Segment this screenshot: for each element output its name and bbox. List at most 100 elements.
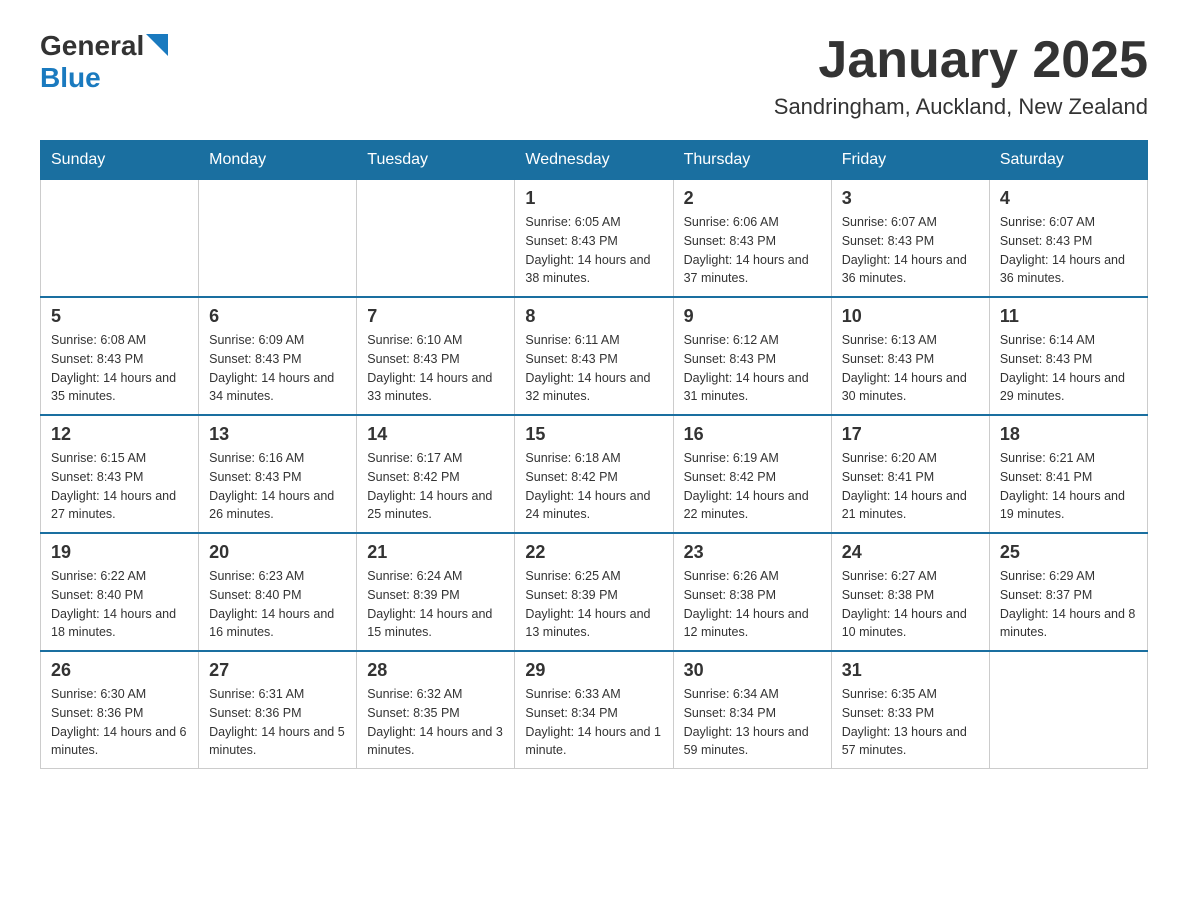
- day-number: 25: [1000, 542, 1137, 563]
- calendar-week-row: 1 Sunrise: 6:05 AMSunset: 8:43 PMDaylight…: [41, 180, 1148, 298]
- page-subtitle: Sandringham, Auckland, New Zealand: [774, 94, 1148, 120]
- day-number: 26: [51, 660, 188, 681]
- day-number: 2: [684, 188, 821, 209]
- day-info: Sunrise: 6:07 AMSunset: 8:43 PMDaylight:…: [842, 213, 979, 288]
- day-number: 9: [684, 306, 821, 327]
- day-number: 5: [51, 306, 188, 327]
- day-number: 28: [367, 660, 504, 681]
- day-info: Sunrise: 6:22 AMSunset: 8:40 PMDaylight:…: [51, 567, 188, 642]
- calendar-cell: [199, 180, 357, 298]
- calendar-cell: 1 Sunrise: 6:05 AMSunset: 8:43 PMDaylight…: [515, 180, 673, 298]
- calendar-cell: 28Sunrise: 6:32 AMSunset: 8:35 PMDayligh…: [357, 651, 515, 769]
- day-info: Sunrise: 6:23 AMSunset: 8:40 PMDaylight:…: [209, 567, 346, 642]
- calendar-header-row: SundayMondayTuesdayWednesdayThursdayFrid…: [41, 141, 1148, 180]
- calendar-cell: 15Sunrise: 6:18 AMSunset: 8:42 PMDayligh…: [515, 415, 673, 533]
- day-number: 27: [209, 660, 346, 681]
- calendar-cell: 14 Sunrise: 6:17 AMSunset: 8:42 PMDayligh…: [357, 415, 515, 533]
- page-title: January 2025: [774, 30, 1148, 90]
- day-info: Sunrise: 6:06 AMSunset: 8:43 PMDaylight:…: [684, 213, 821, 288]
- day-number: 31: [842, 660, 979, 681]
- day-info: Sunrise: 6:11 AMSunset: 8:43 PMDaylight:…: [525, 331, 662, 406]
- day-number: 11: [1000, 306, 1137, 327]
- calendar-week-row: 12 Sunrise: 6:15 AMSunset: 8:43 PMDayligh…: [41, 415, 1148, 533]
- calendar-week-row: 19 Sunrise: 6:22 AMSunset: 8:40 PMDayligh…: [41, 533, 1148, 651]
- day-number: 29: [525, 660, 662, 681]
- calendar-cell: 2 Sunrise: 6:06 AMSunset: 8:43 PMDaylight…: [673, 180, 831, 298]
- calendar-cell: 27Sunrise: 6:31 AMSunset: 8:36 PMDayligh…: [199, 651, 357, 769]
- calendar-week-row: 5 Sunrise: 6:08 AMSunset: 8:43 PMDaylight…: [41, 297, 1148, 415]
- day-info: Sunrise: 6:33 AMSunset: 8:34 PMDaylight:…: [525, 685, 662, 760]
- calendar-cell: 12 Sunrise: 6:15 AMSunset: 8:43 PMDayligh…: [41, 415, 199, 533]
- calendar-cell: 20 Sunrise: 6:23 AMSunset: 8:40 PMDayligh…: [199, 533, 357, 651]
- calendar-cell: 30Sunrise: 6:34 AMSunset: 8:34 PMDayligh…: [673, 651, 831, 769]
- calendar-cell: 11 Sunrise: 6:14 AMSunset: 8:43 PMDayligh…: [989, 297, 1147, 415]
- calendar-cell: 23 Sunrise: 6:26 AMSunset: 8:38 PMDayligh…: [673, 533, 831, 651]
- day-info: Sunrise: 6:12 AMSunset: 8:43 PMDaylight:…: [684, 331, 821, 406]
- day-info: Sunrise: 6:08 AMSunset: 8:43 PMDaylight:…: [51, 331, 188, 406]
- day-header-wednesday: Wednesday: [515, 141, 673, 180]
- calendar-cell: 9 Sunrise: 6:12 AMSunset: 8:43 PMDaylight…: [673, 297, 831, 415]
- calendar-cell: 7 Sunrise: 6:10 AMSunset: 8:43 PMDaylight…: [357, 297, 515, 415]
- day-info: Sunrise: 6:29 AMSunset: 8:37 PMDaylight:…: [1000, 567, 1137, 642]
- calendar-cell: 4 Sunrise: 6:07 AMSunset: 8:43 PMDaylight…: [989, 180, 1147, 298]
- calendar-cell: 8 Sunrise: 6:11 AMSunset: 8:43 PMDaylight…: [515, 297, 673, 415]
- day-info: Sunrise: 6:17 AMSunset: 8:42 PMDaylight:…: [367, 449, 504, 524]
- day-number: 14: [367, 424, 504, 445]
- day-info: Sunrise: 6:09 AMSunset: 8:43 PMDaylight:…: [209, 331, 346, 406]
- calendar-week-row: 26Sunrise: 6:30 AMSunset: 8:36 PMDayligh…: [41, 651, 1148, 769]
- day-number: 7: [367, 306, 504, 327]
- calendar-cell: 5 Sunrise: 6:08 AMSunset: 8:43 PMDaylight…: [41, 297, 199, 415]
- calendar-cell: 21Sunrise: 6:24 AMSunset: 8:39 PMDayligh…: [357, 533, 515, 651]
- title-block: January 2025 Sandringham, Auckland, New …: [774, 30, 1148, 120]
- day-number: 15: [525, 424, 662, 445]
- calendar-cell: 24Sunrise: 6:27 AMSunset: 8:38 PMDayligh…: [831, 533, 989, 651]
- calendar-table: SundayMondayTuesdayWednesdayThursdayFrid…: [40, 140, 1148, 769]
- day-header-monday: Monday: [199, 141, 357, 180]
- day-number: 20: [209, 542, 346, 563]
- calendar-cell: 10 Sunrise: 6:13 AMSunset: 8:43 PMDayligh…: [831, 297, 989, 415]
- day-header-friday: Friday: [831, 141, 989, 180]
- day-number: 13: [209, 424, 346, 445]
- day-info: Sunrise: 6:05 AMSunset: 8:43 PMDaylight:…: [525, 213, 662, 288]
- logo-general: General: [40, 30, 144, 62]
- page-header: General Blue January 2025 Sandringham, A…: [40, 30, 1148, 120]
- day-info: Sunrise: 6:16 AMSunset: 8:43 PMDaylight:…: [209, 449, 346, 524]
- day-info: Sunrise: 6:26 AMSunset: 8:38 PMDaylight:…: [684, 567, 821, 642]
- day-info: Sunrise: 6:27 AMSunset: 8:38 PMDaylight:…: [842, 567, 979, 642]
- day-info: Sunrise: 6:07 AMSunset: 8:43 PMDaylight:…: [1000, 213, 1137, 288]
- calendar-cell: 3 Sunrise: 6:07 AMSunset: 8:43 PMDaylight…: [831, 180, 989, 298]
- day-info: Sunrise: 6:25 AMSunset: 8:39 PMDaylight:…: [525, 567, 662, 642]
- day-info: Sunrise: 6:10 AMSunset: 8:43 PMDaylight:…: [367, 331, 504, 406]
- logo: General Blue: [40, 30, 168, 94]
- calendar-cell: 31 Sunrise: 6:35 AMSunset: 8:33 PMDayligh…: [831, 651, 989, 769]
- day-info: Sunrise: 6:20 AMSunset: 8:41 PMDaylight:…: [842, 449, 979, 524]
- calendar-cell: [357, 180, 515, 298]
- day-number: 1: [525, 188, 662, 209]
- day-info: Sunrise: 6:13 AMSunset: 8:43 PMDaylight:…: [842, 331, 979, 406]
- day-number: 16: [684, 424, 821, 445]
- day-info: Sunrise: 6:14 AMSunset: 8:43 PMDaylight:…: [1000, 331, 1137, 406]
- calendar-cell: 29 Sunrise: 6:33 AMSunset: 8:34 PMDayligh…: [515, 651, 673, 769]
- day-number: 30: [684, 660, 821, 681]
- day-number: 12: [51, 424, 188, 445]
- day-number: 10: [842, 306, 979, 327]
- day-number: 22: [525, 542, 662, 563]
- calendar-cell: 26Sunrise: 6:30 AMSunset: 8:36 PMDayligh…: [41, 651, 199, 769]
- day-info: Sunrise: 6:21 AMSunset: 8:41 PMDaylight:…: [1000, 449, 1137, 524]
- day-info: Sunrise: 6:35 AMSunset: 8:33 PMDaylight:…: [842, 685, 979, 760]
- calendar-cell: 22 Sunrise: 6:25 AMSunset: 8:39 PMDayligh…: [515, 533, 673, 651]
- calendar-cell: [989, 651, 1147, 769]
- day-number: 21: [367, 542, 504, 563]
- day-number: 3: [842, 188, 979, 209]
- calendar-cell: 19 Sunrise: 6:22 AMSunset: 8:40 PMDayligh…: [41, 533, 199, 651]
- calendar-cell: 18Sunrise: 6:21 AMSunset: 8:41 PMDayligh…: [989, 415, 1147, 533]
- day-number: 23: [684, 542, 821, 563]
- day-info: Sunrise: 6:15 AMSunset: 8:43 PMDaylight:…: [51, 449, 188, 524]
- day-number: 6: [209, 306, 346, 327]
- calendar-cell: 6 Sunrise: 6:09 AMSunset: 8:43 PMDaylight…: [199, 297, 357, 415]
- day-header-tuesday: Tuesday: [357, 141, 515, 180]
- day-number: 19: [51, 542, 188, 563]
- day-number: 4: [1000, 188, 1137, 209]
- calendar-cell: 16Sunrise: 6:19 AMSunset: 8:42 PMDayligh…: [673, 415, 831, 533]
- day-number: 8: [525, 306, 662, 327]
